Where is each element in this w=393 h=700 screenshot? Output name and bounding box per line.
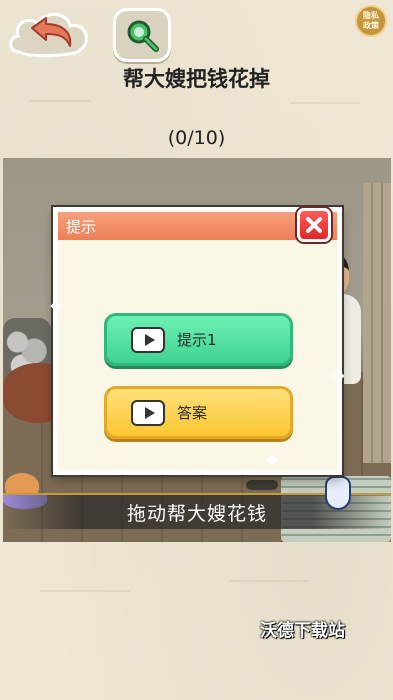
- dialog-title: 提示: [66, 217, 97, 236]
- pointer-hand-icon: [325, 476, 351, 510]
- answer-button[interactable]: 答案: [104, 386, 293, 439]
- level-title: 帮大嫂把钱花掉: [123, 67, 270, 91]
- close-x-icon: [306, 217, 322, 233]
- answer-label: 答案: [177, 404, 208, 422]
- progress-counter: (0/10): [167, 127, 226, 149]
- hint-1-label: 提示1: [177, 331, 217, 349]
- search-button[interactable]: [113, 8, 171, 62]
- sparkle-decoration: [50, 300, 62, 312]
- close-button[interactable]: [297, 208, 331, 242]
- magnifier-icon: [127, 20, 159, 52]
- privacy-policy-button[interactable]: 隐私 政策: [355, 5, 387, 37]
- hint-dialog: 提示 提示1 答案: [50, 207, 345, 475]
- background-scribble: [30, 100, 90, 102]
- back-button[interactable]: [6, 6, 94, 62]
- scene-door: [363, 183, 391, 463]
- background-scribble: [290, 102, 360, 104]
- background-scribble: [230, 580, 310, 582]
- video-icon: [131, 326, 165, 353]
- video-icon: [131, 399, 165, 426]
- dialog-header: 提示: [58, 212, 337, 240]
- scene-slipper[interactable]: [246, 480, 278, 490]
- privacy-label-line2: 政策: [363, 21, 379, 30]
- back-arrow-icon: [9, 13, 88, 58]
- privacy-label-line1: 隐私: [363, 11, 379, 20]
- background-scribble: [40, 590, 130, 592]
- sparkle-decoration: [266, 454, 278, 466]
- watermark: 沃德下载站: [260, 621, 345, 641]
- instruction-text: 拖动帮大嫂花钱: [126, 502, 267, 525]
- hint-1-button[interactable]: 提示1: [104, 313, 293, 366]
